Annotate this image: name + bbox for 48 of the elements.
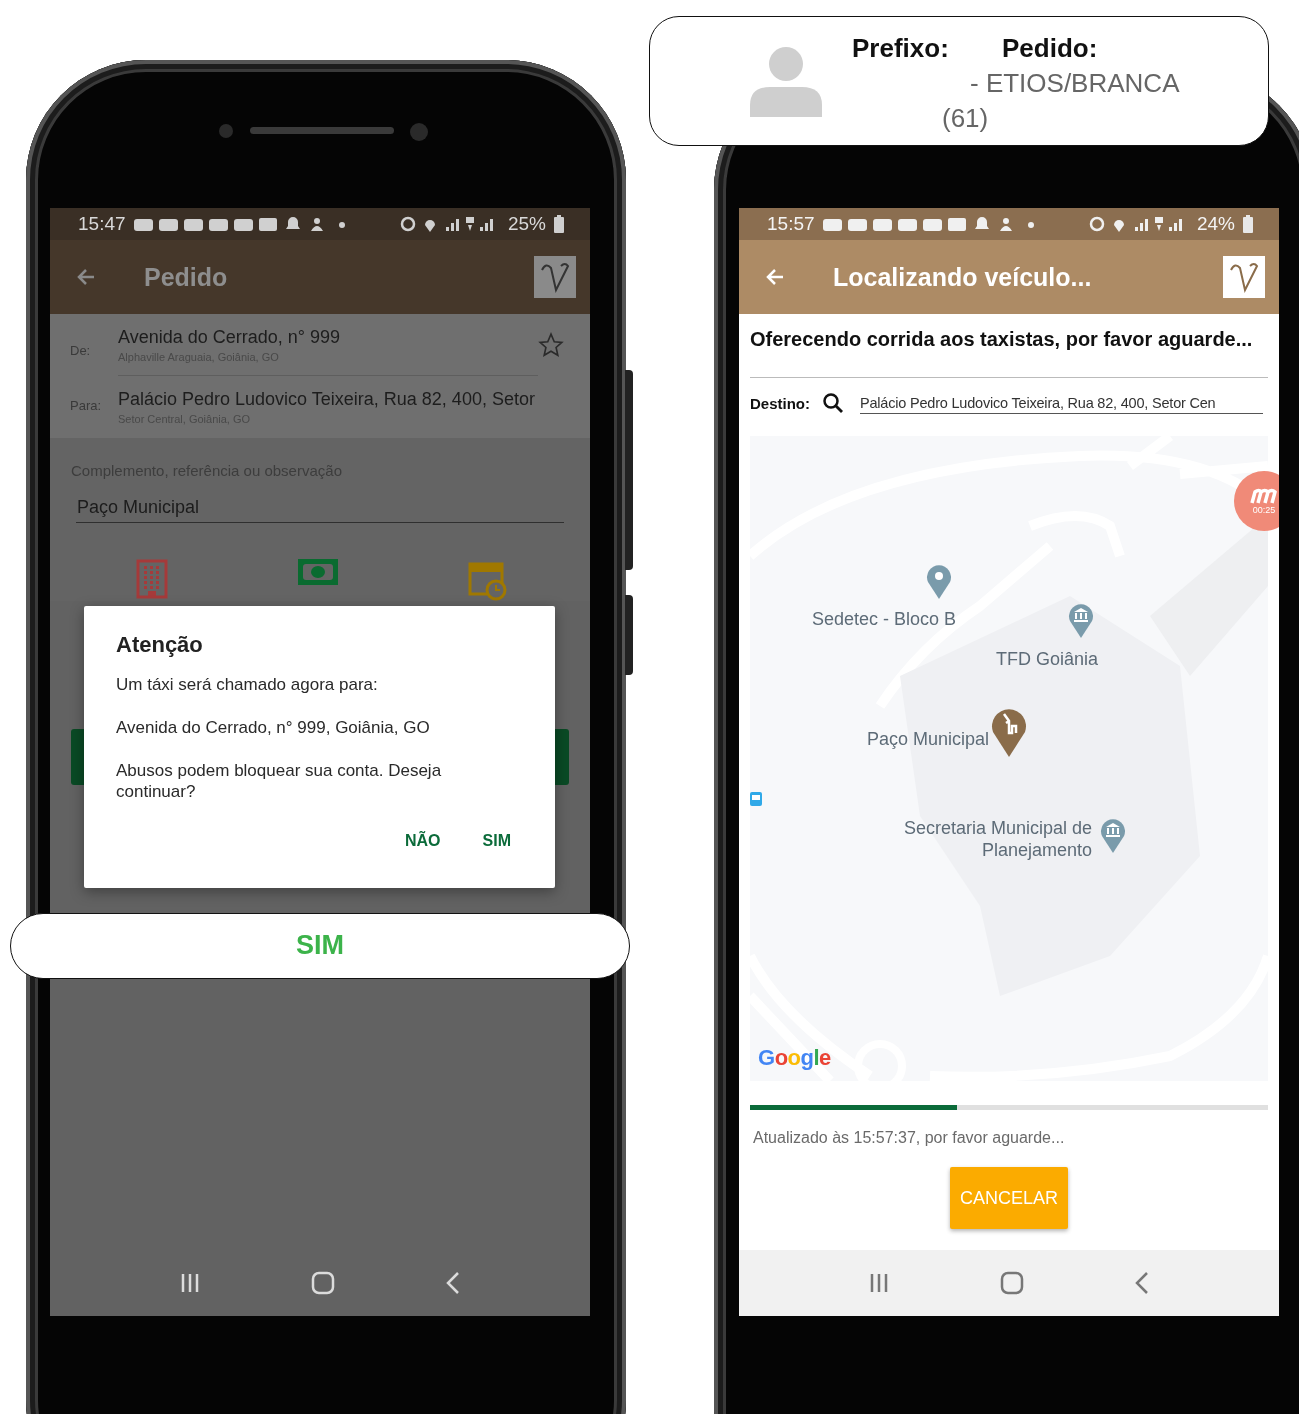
vehicle-text: - ETIOS/BRANCA bbox=[970, 68, 1180, 99]
dialog-message: Abusos podem bloquear sua conta. Deseja continuar? bbox=[116, 760, 443, 802]
avatar-silhouette bbox=[750, 45, 822, 117]
dialog-message: Avenida do Cerrado, n° 999, Goiânia, GO bbox=[116, 717, 431, 738]
place-label: Secretaria Municipal de Planejamento bbox=[902, 817, 1092, 861]
answer-text: SIM bbox=[295, 929, 345, 962]
museum-pin-icon bbox=[1100, 818, 1126, 854]
order-label: Pedido: bbox=[1002, 33, 1099, 64]
dialog-message: Um táxi será chamado agora para: bbox=[116, 674, 379, 695]
place-label: TFD Goiânia bbox=[994, 648, 1098, 670]
status-heading: Oferecendo corrida aos taxistas, por favor aguarde... bbox=[749, 327, 1254, 351]
home-icon[interactable] bbox=[1000, 1271, 1024, 1295]
status-time: 15:47 bbox=[78, 213, 126, 235]
battery-icon bbox=[1243, 215, 1253, 233]
place-label: Sedetec - Bloco B bbox=[810, 608, 956, 630]
from-address: Avenida do Cerrado, n° 999 bbox=[118, 326, 342, 348]
front-camera bbox=[410, 123, 428, 141]
recent-apps-icon[interactable] bbox=[868, 1272, 890, 1294]
status-time: 15:57 bbox=[767, 213, 815, 235]
logo-icon bbox=[1249, 487, 1279, 504]
update-status: Atualizado às 15:57:37, por favor aguarde... bbox=[752, 1128, 1066, 1147]
screen-title: Pedido bbox=[144, 262, 229, 292]
brand-logo bbox=[1223, 256, 1265, 298]
screen-title: Localizando veículo... bbox=[833, 262, 1093, 292]
map-pin-icon bbox=[926, 564, 952, 600]
battery-percent: 24% bbox=[1196, 213, 1235, 235]
recent-apps-icon[interactable] bbox=[179, 1272, 201, 1294]
star-icon[interactable] bbox=[538, 332, 564, 358]
search-icon[interactable] bbox=[822, 392, 844, 414]
place-label: Paço Municipal bbox=[865, 728, 989, 750]
back-icon[interactable] bbox=[1134, 1271, 1150, 1295]
dialog-button[interactable]: SIM bbox=[482, 832, 511, 850]
bus-stop-icon bbox=[750, 792, 762, 806]
to-address: Palácio Pedro Ludovico Teixeira, Rua 82, 400, Setor bbox=[118, 389, 536, 410]
phone-text: (61) bbox=[942, 103, 990, 134]
back-icon[interactable] bbox=[445, 1271, 461, 1295]
battery-icon bbox=[554, 215, 564, 233]
brand-logo bbox=[534, 256, 576, 298]
museum-pin-icon bbox=[1068, 603, 1094, 639]
destination-field[interactable]: Palácio Pedro Ludovico Teixeira, Rua 82, 400, Setor Cen bbox=[860, 392, 1263, 414]
google-logo: Google bbox=[758, 1045, 831, 1071]
prefix-label: Prefixo: bbox=[852, 33, 950, 64]
battery-percent: 25% bbox=[507, 213, 546, 235]
dialog-button[interactable]: NÃO bbox=[405, 832, 441, 850]
sensor-dot bbox=[219, 124, 233, 138]
dialog-title: Atenção bbox=[116, 632, 204, 658]
destination-label: Destino: bbox=[750, 394, 810, 412]
passenger-pin-icon bbox=[990, 706, 1028, 758]
